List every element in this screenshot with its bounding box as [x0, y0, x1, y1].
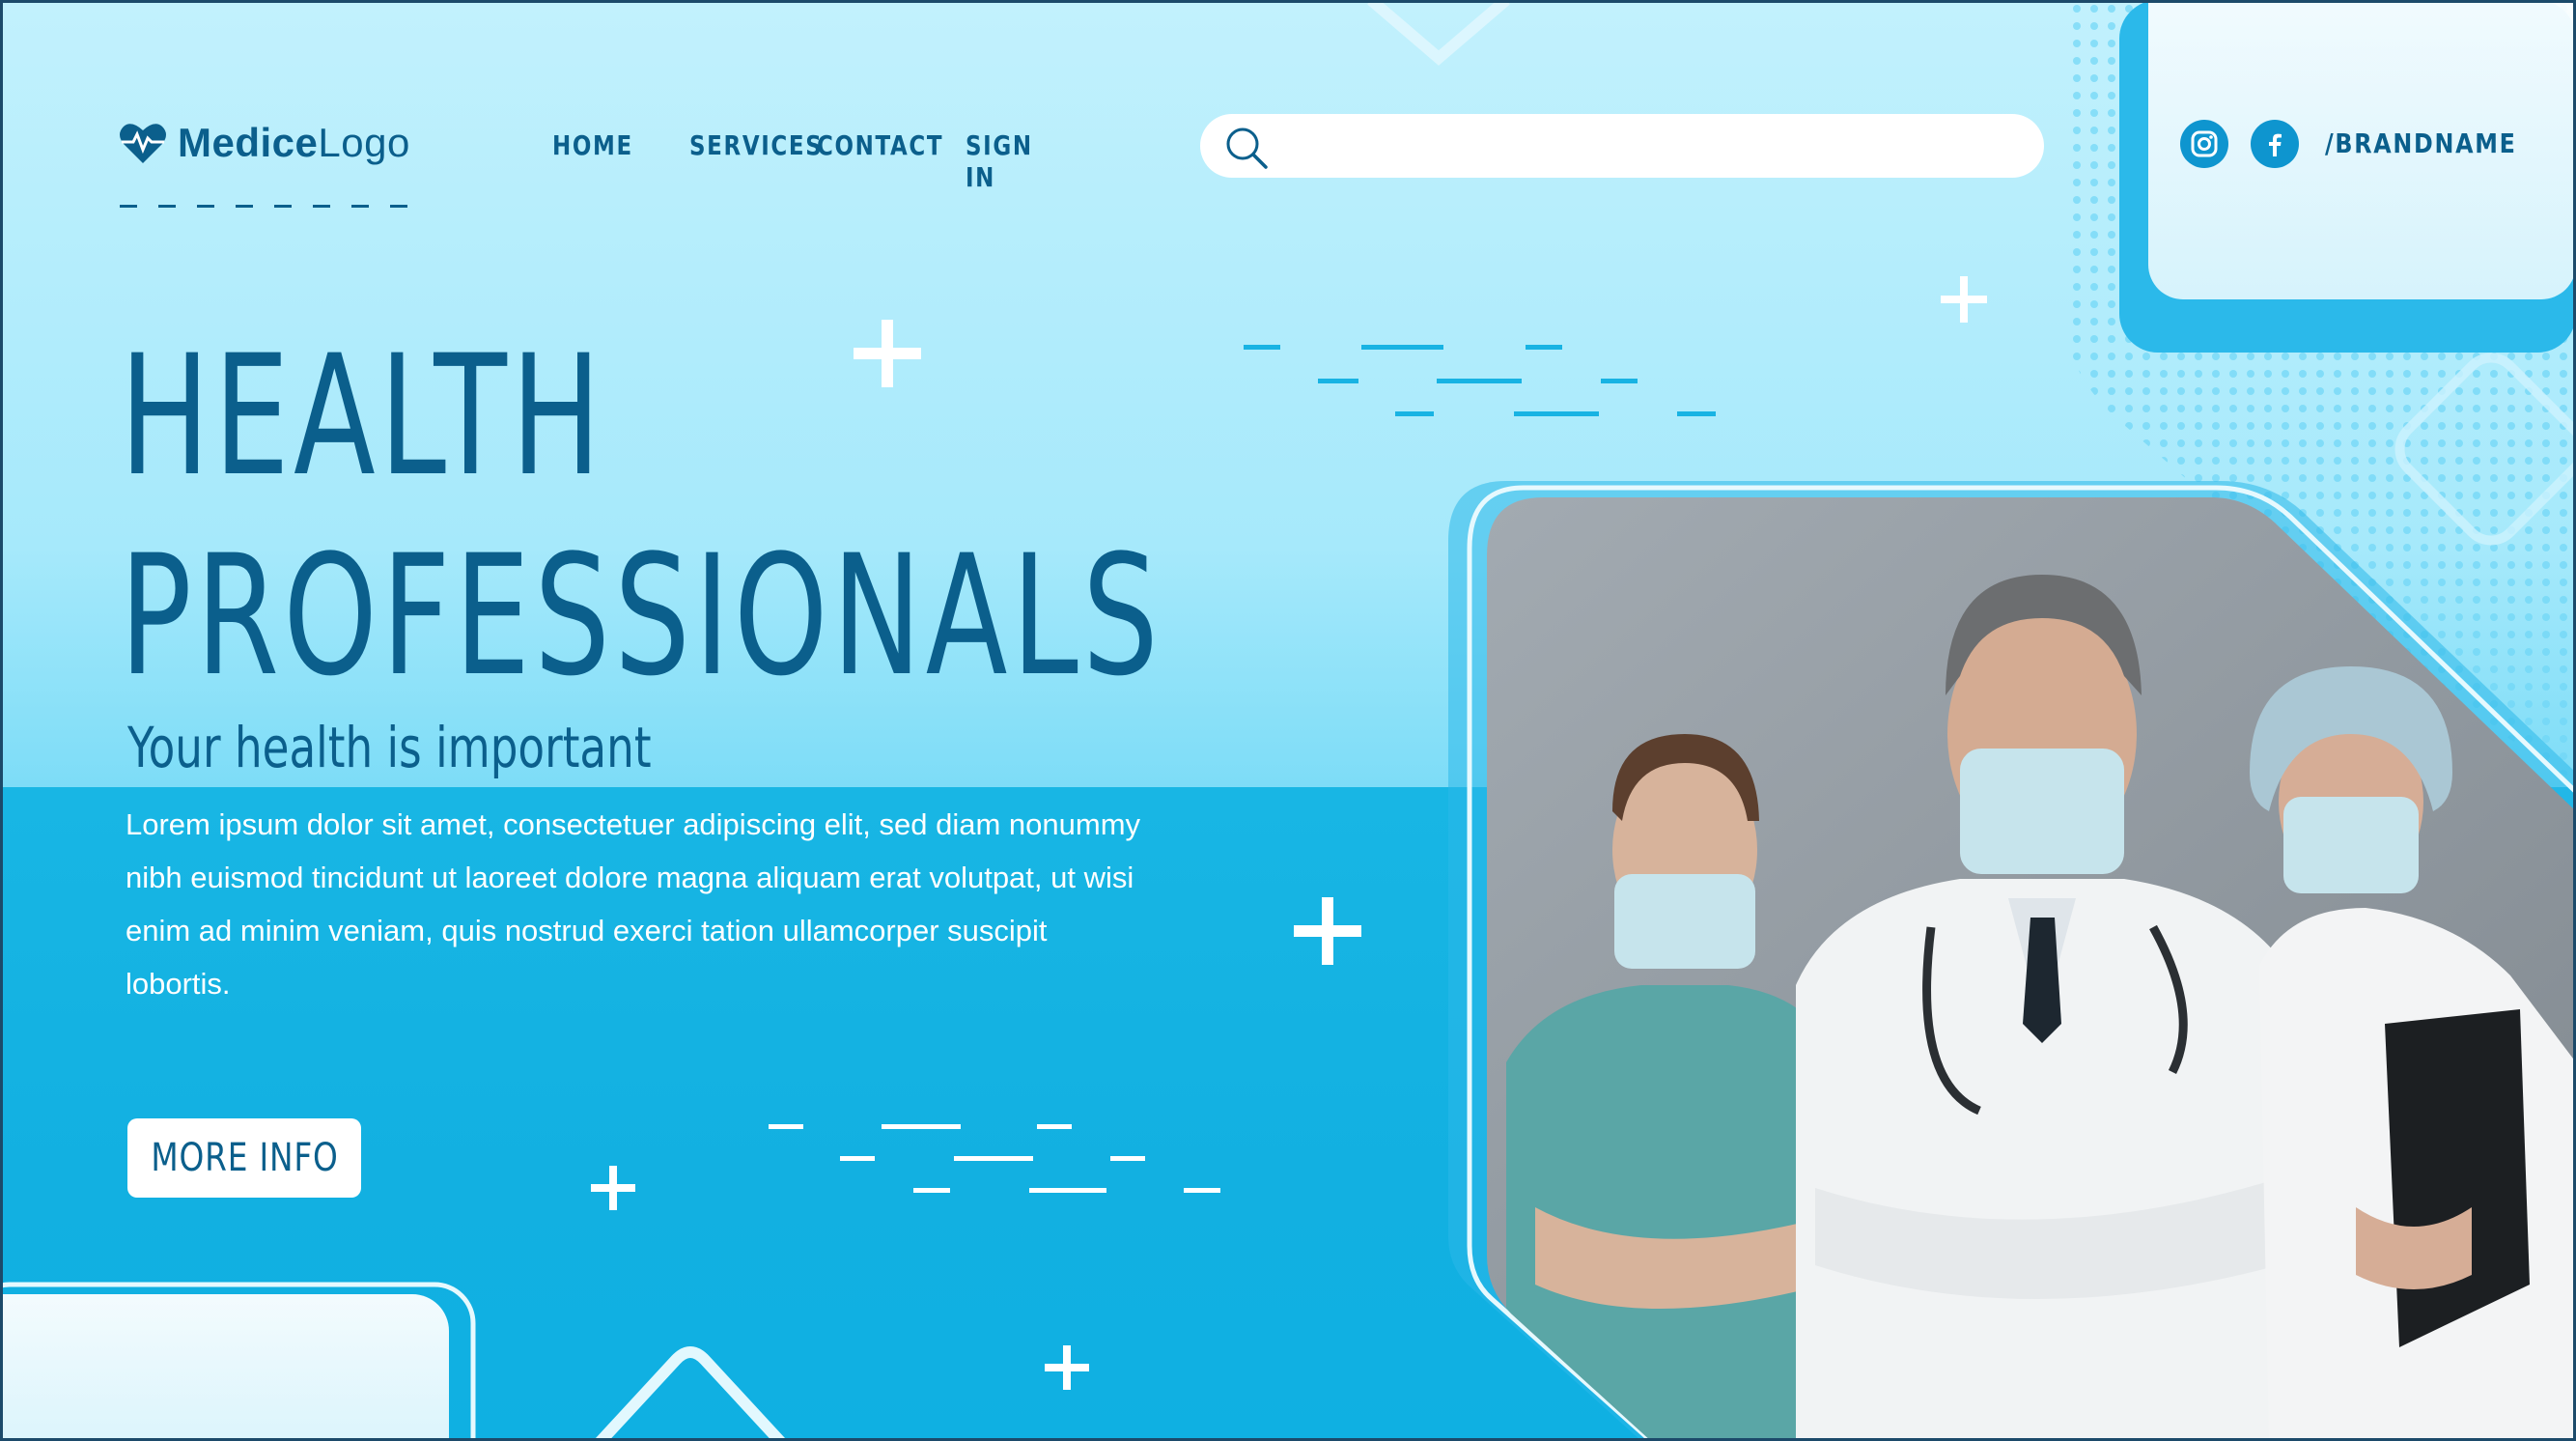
- nav-sign-in[interactable]: SIGN IN: [966, 129, 1060, 193]
- more-info-label: MORE INFO: [150, 1136, 339, 1180]
- more-info-button[interactable]: MORE INFO: [127, 1118, 361, 1198]
- hero-subtitle: Your health is important: [127, 715, 652, 780]
- heart-pulse-icon: [120, 124, 166, 163]
- hero-body-text: Lorem ipsum dolor sit amet, consectetuer…: [126, 807, 1141, 1001]
- search-icon[interactable]: [1223, 125, 1270, 171]
- landing-page: MediceLogo HOME SERVICES CONTACT SIGN IN…: [0, 0, 2576, 1441]
- instagram-icon: [2191, 130, 2218, 157]
- hero-title-line-2: PROFESSIONALS: [120, 519, 1163, 713]
- instagram-button[interactable]: [2180, 120, 2228, 168]
- brand-handle[interactable]: /BRANDNAME: [2325, 127, 2517, 159]
- facebook-button[interactable]: [2251, 120, 2299, 168]
- brand-logo[interactable]: MediceLogo: [118, 120, 410, 166]
- logo-text: MediceLogo: [178, 120, 410, 166]
- logo-text-bold: Medice: [178, 120, 319, 165]
- logo-text-light: Logo: [318, 120, 410, 165]
- hero-title-line-1: HEALTH: [120, 319, 605, 513]
- nav-services[interactable]: SERVICES: [689, 129, 824, 193]
- logo-underline-dashes: [120, 205, 407, 208]
- search-input[interactable]: [1287, 122, 2025, 172]
- main-nav: HOME SERVICES CONTACT SIGN IN: [552, 129, 1081, 193]
- nav-contact[interactable]: CONTACT: [817, 129, 963, 193]
- facebook-icon: [2269, 133, 2282, 156]
- search-bar[interactable]: [1200, 114, 2044, 178]
- nav-home[interactable]: HOME: [552, 129, 664, 193]
